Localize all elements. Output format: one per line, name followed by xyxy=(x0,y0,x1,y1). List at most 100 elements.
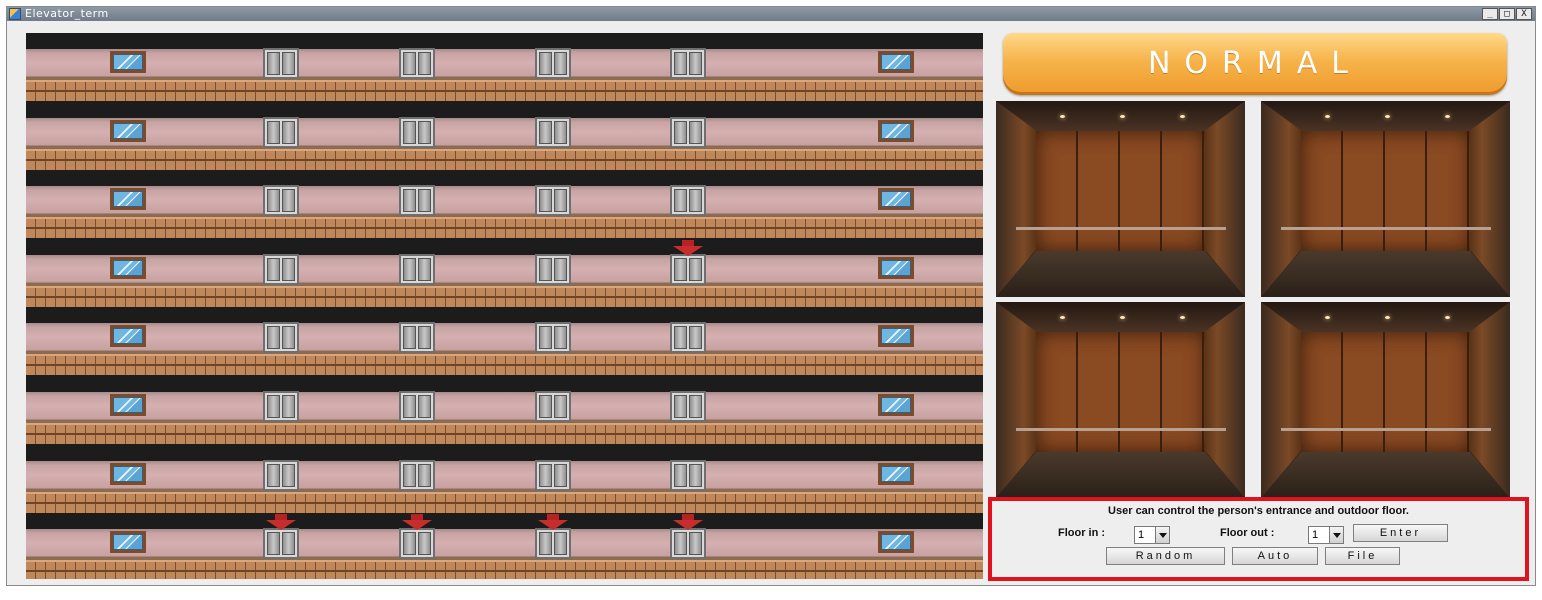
elevator-door xyxy=(399,116,435,148)
elevator-door xyxy=(399,528,435,560)
ceiling-light-icon xyxy=(1325,115,1330,118)
close-button[interactable]: X xyxy=(1516,8,1532,20)
floor-railing xyxy=(26,285,983,307)
building-floor xyxy=(26,322,983,376)
elevator-door xyxy=(535,528,571,560)
elevator-door xyxy=(263,48,299,79)
window-icon xyxy=(878,325,914,348)
status-banner: NORMAL xyxy=(1003,33,1507,95)
floor-wall xyxy=(26,460,983,492)
elevator-door xyxy=(535,322,571,354)
control-panel: User can control the person's entrance a… xyxy=(988,497,1529,581)
floor-railing xyxy=(26,80,983,101)
window-controls: _ □ X xyxy=(1482,8,1532,20)
elevator-door xyxy=(399,391,435,422)
elevator-door xyxy=(263,322,299,354)
elevator-door xyxy=(670,185,706,217)
window-icon xyxy=(878,394,914,416)
ceiling-light-icon xyxy=(1385,115,1390,118)
elevator-cabin-1 xyxy=(996,101,1245,297)
ceiling-light-icon xyxy=(1445,316,1450,319)
window-icon xyxy=(110,531,146,554)
elevator-door xyxy=(535,391,571,422)
floor-railing xyxy=(26,217,983,239)
building-view xyxy=(26,33,983,579)
elevator-door xyxy=(670,322,706,354)
chevron-down-icon[interactable] xyxy=(1155,527,1169,543)
ceiling-light-icon xyxy=(1325,316,1330,319)
window-icon xyxy=(878,188,914,211)
chevron-down-icon[interactable] xyxy=(1329,527,1343,543)
elevator-cabin-2 xyxy=(1261,101,1510,297)
down-arrow-icon xyxy=(266,514,296,531)
floor-out-value: 1 xyxy=(1312,529,1319,541)
building-floor xyxy=(26,459,983,513)
control-instructions: User can control the person's entrance a… xyxy=(1108,505,1409,517)
elevator-door xyxy=(670,48,706,79)
elevator-door xyxy=(670,253,706,285)
floor-in-value: 1 xyxy=(1138,529,1145,541)
elevator-cabin-4 xyxy=(1261,302,1510,498)
elevator-cabin-3 xyxy=(996,302,1245,498)
elevator-door xyxy=(399,48,435,79)
elevator-door xyxy=(535,116,571,148)
title-bar[interactable]: Elevator_term _ □ X xyxy=(7,7,1535,21)
floor-wall xyxy=(26,186,983,218)
elevator-door xyxy=(535,253,571,285)
floor-out-label: Floor out : xyxy=(1220,527,1275,539)
ceiling-light-icon xyxy=(1120,115,1125,118)
elevator-door xyxy=(263,253,299,285)
elevator-door xyxy=(399,459,435,491)
random-button[interactable]: Random xyxy=(1106,547,1225,565)
floor-wall xyxy=(26,117,983,149)
building-floor xyxy=(26,391,983,444)
elevator-door xyxy=(670,528,706,560)
file-button[interactable]: File xyxy=(1325,547,1400,565)
elevator-door xyxy=(263,391,299,422)
floor-in-select[interactable]: 1 xyxy=(1134,526,1170,544)
floor-wall xyxy=(26,323,983,355)
elevator-door xyxy=(263,528,299,560)
ceiling-light-icon xyxy=(1180,115,1185,118)
building-floor xyxy=(26,528,983,579)
auto-button[interactable]: Auto xyxy=(1232,547,1318,565)
elevator-door xyxy=(399,322,435,354)
ceiling-light-icon xyxy=(1060,115,1065,118)
window-title: Elevator_term xyxy=(25,7,109,20)
floor-wall xyxy=(26,392,983,423)
window-icon xyxy=(110,256,146,279)
ceiling-light-icon xyxy=(1060,316,1065,319)
elevator-door xyxy=(535,185,571,217)
elevator-door xyxy=(263,185,299,217)
elevator-door xyxy=(670,116,706,148)
window-icon xyxy=(110,462,146,485)
floor-railing xyxy=(26,354,983,376)
floor-out-select[interactable]: 1 xyxy=(1308,526,1344,544)
floor-railing xyxy=(26,560,983,579)
ceiling-light-icon xyxy=(1445,115,1450,118)
window-icon xyxy=(110,188,146,211)
elevator-door xyxy=(535,459,571,491)
elevator-door xyxy=(399,185,435,217)
minimize-button[interactable]: _ xyxy=(1482,8,1498,20)
floor-wall xyxy=(26,529,983,561)
floor-wall xyxy=(26,49,983,80)
window-icon xyxy=(878,462,914,485)
window-icon xyxy=(110,51,146,73)
floor-wall xyxy=(26,254,983,286)
maximize-button[interactable]: □ xyxy=(1499,8,1515,20)
window-icon xyxy=(878,51,914,73)
building-floor xyxy=(26,48,983,101)
floor-railing xyxy=(26,491,983,513)
window-icon xyxy=(110,119,146,142)
elevator-door xyxy=(670,459,706,491)
window-icon xyxy=(878,119,914,142)
ceiling-light-icon xyxy=(1120,316,1125,319)
down-arrow-icon xyxy=(538,514,568,531)
enter-button[interactable]: Enter xyxy=(1353,524,1448,542)
building-floor xyxy=(26,116,983,170)
down-arrow-icon xyxy=(673,514,703,531)
ceiling-light-icon xyxy=(1385,316,1390,319)
floor-railing xyxy=(26,423,983,444)
elevator-door xyxy=(535,48,571,79)
